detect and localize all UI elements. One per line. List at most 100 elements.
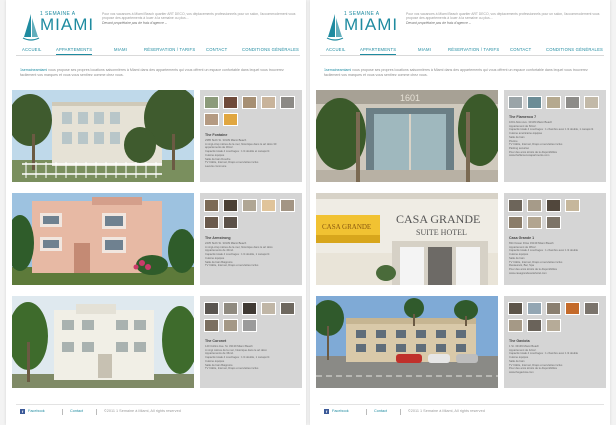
thumbnail[interactable] bbox=[204, 199, 219, 212]
thumbnail[interactable] bbox=[546, 96, 561, 109]
thumbnail[interactable] bbox=[508, 319, 523, 332]
nav-appartements[interactable]: APPARTEMENTS bbox=[56, 47, 93, 55]
thumbnail[interactable] bbox=[204, 319, 219, 332]
thumbnail[interactable] bbox=[242, 302, 257, 315]
nav-miami[interactable]: MIAMI bbox=[418, 47, 431, 54]
apartment-info-panel: The Gaviota 1 St. 33139 Miami Beach Appa… bbox=[504, 296, 606, 388]
thumbnail[interactable] bbox=[508, 302, 523, 315]
nav-accueil[interactable]: ACCUEIL bbox=[22, 47, 42, 54]
apartment-photo[interactable] bbox=[12, 193, 194, 285]
sailboat-icon bbox=[22, 14, 40, 41]
intro-body: Pour vos vacances à Miami Beach quartier… bbox=[102, 12, 296, 21]
apartment-info-panel: The Fontaine 2385 Sixth St. 33139 Miami … bbox=[200, 90, 302, 182]
thumbnail[interactable] bbox=[223, 319, 238, 332]
apartment-title: The Gaviota bbox=[509, 339, 530, 343]
thumbnail[interactable] bbox=[242, 319, 257, 332]
lead-paragraph: 1semaineamiami vous propose ses propres … bbox=[20, 68, 290, 77]
footer: f Facebook Contact ©2011 1 Semaine à Mia… bbox=[320, 404, 604, 417]
apartment-details: 140 Collins Ave. St. 33139 Miami Beach A… bbox=[205, 345, 297, 371]
nav-contact[interactable]: CONTACT bbox=[510, 47, 531, 54]
thumbnail[interactable] bbox=[527, 216, 542, 229]
thumbnail[interactable] bbox=[261, 199, 276, 212]
main-nav: ACCUEIL APPARTEMENTS MIAMI RÉSERVATION /… bbox=[320, 46, 604, 56]
thumbnail[interactable] bbox=[546, 319, 561, 332]
detail-line: Laverie commune bbox=[205, 164, 227, 168]
thumbnail[interactable] bbox=[204, 96, 219, 109]
lead-highlight[interactable]: 1semaineamiami bbox=[324, 68, 351, 72]
nav-reservation[interactable]: RÉSERVATION / TARIFS bbox=[448, 47, 499, 54]
thumbnail[interactable] bbox=[565, 199, 580, 212]
intro-text: Pour vos vacances à Miami Beach quartier… bbox=[102, 12, 300, 25]
site-logo[interactable]: 1 SEMAINE A MIAMI bbox=[326, 10, 400, 44]
footer-facebook-link[interactable]: Facebook bbox=[332, 409, 349, 413]
apartment-title: The Flamenco 7 bbox=[509, 115, 537, 119]
site-logo[interactable]: 1 SEMAINE A MIAMI bbox=[22, 10, 96, 44]
footer-separator bbox=[400, 409, 401, 415]
nav-miami[interactable]: MIAMI bbox=[114, 47, 127, 54]
thumbnail[interactable] bbox=[261, 302, 276, 315]
thumbnail[interactable] bbox=[223, 216, 238, 229]
lead-highlight[interactable]: 1semaineamiami bbox=[20, 68, 47, 72]
nav-conditions[interactable]: CONDITIONS GÉNÉRALES bbox=[546, 47, 603, 54]
footer-contact-link[interactable]: Contact bbox=[374, 409, 387, 413]
detail-line: www.theflamencoapartments.com bbox=[509, 154, 550, 158]
apartment-info-panel: The Flamenco 7 1601 Alton Ave. 33139 Mia… bbox=[504, 90, 606, 182]
thumbnail[interactable] bbox=[223, 96, 238, 109]
nav-accueil[interactable]: ACCUEIL bbox=[326, 47, 346, 54]
thumbnail[interactable] bbox=[223, 113, 238, 126]
thumbnail[interactable] bbox=[527, 199, 542, 212]
apartment-details: 834 Ocean Drive 33139 Miami Beach Appart… bbox=[509, 242, 601, 275]
nav-reservation[interactable]: RÉSERVATION / TARIFS bbox=[144, 47, 195, 54]
thumbnail[interactable] bbox=[223, 302, 238, 315]
detail-line: TV Câble, Internet, Draps et serviettes … bbox=[205, 264, 259, 268]
thumbnail[interactable] bbox=[527, 319, 542, 332]
thumbnail[interactable] bbox=[223, 199, 238, 212]
nav-appartements[interactable]: APPARTEMENTS bbox=[360, 47, 397, 55]
thumbnail[interactable] bbox=[584, 302, 599, 315]
footer-contact-link[interactable]: Contact bbox=[70, 409, 83, 413]
thumbnail[interactable] bbox=[527, 96, 542, 109]
thumbnail[interactable] bbox=[546, 302, 561, 315]
thumbnail[interactable] bbox=[508, 199, 523, 212]
facebook-icon[interactable]: f bbox=[324, 409, 329, 414]
thumbnail[interactable] bbox=[546, 216, 561, 229]
apartment-photo[interactable]: CASA GRANDE CASA GRANDE SUITE HOTEL bbox=[316, 193, 498, 285]
thumbnail[interactable] bbox=[508, 216, 523, 229]
apartment-photo[interactable]: 1601 bbox=[316, 90, 498, 182]
intro-text: Pour vos vacances à Miami Beach quartier… bbox=[406, 12, 604, 25]
apartment-photo[interactable] bbox=[316, 296, 498, 388]
thumbnail[interactable] bbox=[242, 96, 257, 109]
footer-separator bbox=[366, 409, 367, 415]
page-right: 1 SEMAINE A MIAMI Pour vos vacances à Mi… bbox=[310, 0, 610, 425]
footer-separator bbox=[96, 409, 97, 415]
thumbnail[interactable] bbox=[280, 199, 295, 212]
thumbnail[interactable] bbox=[280, 96, 295, 109]
thumbnail[interactable] bbox=[204, 302, 219, 315]
thumbnail[interactable] bbox=[546, 199, 561, 212]
footer-facebook-link[interactable]: Facebook bbox=[28, 409, 45, 413]
apartment-photo[interactable] bbox=[12, 90, 194, 182]
thumbnail[interactable] bbox=[584, 96, 599, 109]
apartment-info-panel: Casa Grande 1 834 Ocean Drive 33139 Miam… bbox=[504, 193, 606, 285]
thumbnail[interactable] bbox=[565, 302, 580, 315]
thumbnail[interactable] bbox=[508, 96, 523, 109]
apartment-title: The Fontaine bbox=[205, 133, 228, 137]
thumbnail[interactable] bbox=[261, 96, 276, 109]
thumbnail[interactable] bbox=[204, 113, 219, 126]
footer-copyright: ©2011 1 Semaine à Miami, All rights rese… bbox=[104, 409, 181, 413]
facebook-icon[interactable]: f bbox=[20, 409, 25, 414]
nav-conditions[interactable]: CONDITIONS GÉNÉRALES bbox=[242, 47, 299, 54]
thumbnail[interactable] bbox=[204, 216, 219, 229]
apartment-photo[interactable] bbox=[12, 296, 194, 388]
nav-contact[interactable]: CONTACT bbox=[206, 47, 227, 54]
thumbnail[interactable] bbox=[565, 96, 580, 109]
detail-line: TV Câble, Internet, Draps et serviettes … bbox=[205, 367, 259, 371]
lead-text: vous propose ses propres locations saiso… bbox=[324, 68, 588, 77]
thumbnail[interactable] bbox=[242, 199, 257, 212]
apartment-card: The Coronet 140 Collins Ave. St. 33139 M… bbox=[12, 296, 302, 388]
thumbnail[interactable] bbox=[280, 302, 295, 315]
apartment-card: The Fontaine 2385 Sixth St. 33139 Miami … bbox=[12, 90, 302, 182]
apartment-info-panel: The Armstrong 2435 Sixth St. 33139 Miami… bbox=[200, 193, 302, 285]
thumbnail[interactable] bbox=[527, 302, 542, 315]
footer: f Facebook Contact ©2011 1 Semaine à Mia… bbox=[16, 404, 300, 417]
